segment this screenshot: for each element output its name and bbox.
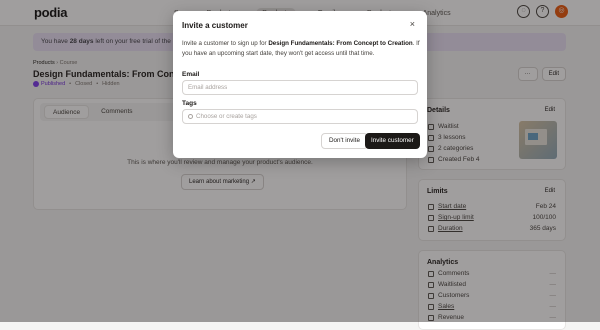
close-icon[interactable]: × — [410, 20, 415, 29]
email-label: Email — [182, 71, 200, 78]
modal-title: Invite a customer — [182, 21, 248, 30]
tags-label: Tags — [182, 100, 197, 107]
modal-description: Invite a customer to sign up for Design … — [182, 39, 420, 59]
tags-placeholder: Choose or create tags — [196, 113, 257, 120]
dont-invite-button[interactable]: Don't invite — [321, 133, 368, 149]
search-icon — [188, 114, 193, 119]
invite-customer-modal: Invite a customer × Invite a customer to… — [173, 11, 427, 158]
desc-product: Design Fundamentals: From Concept to Cre… — [268, 40, 413, 47]
email-field[interactable] — [182, 80, 418, 95]
invite-customer-button[interactable]: Invite customer — [365, 133, 420, 149]
desc-text: Invite a customer to sign up for — [182, 40, 269, 47]
tags-input[interactable]: Choose or create tags — [182, 109, 418, 124]
